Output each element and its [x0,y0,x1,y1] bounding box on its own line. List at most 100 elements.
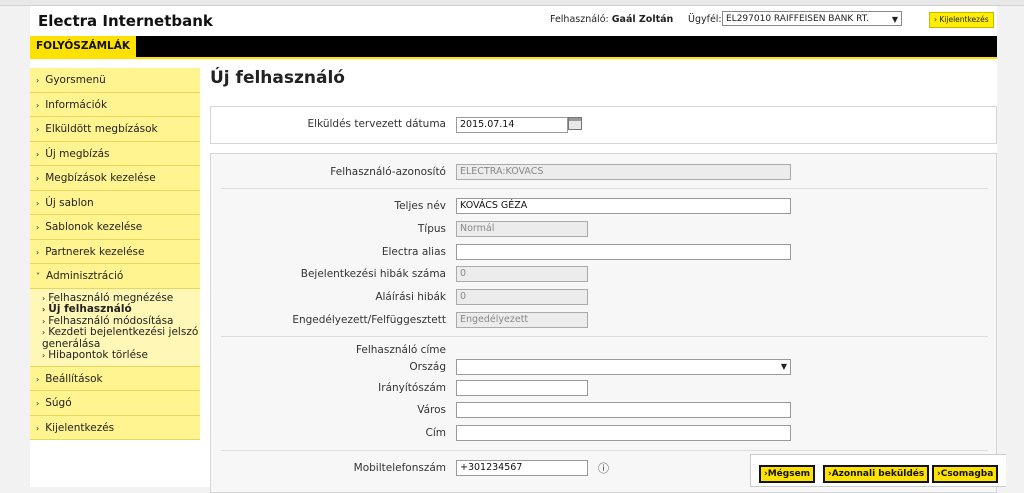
divider [221,450,988,451]
sidebar-subitem-label: Kezdeti bejelentkezési jelszó generálása [42,326,199,350]
sidebar-item-beallitasok[interactable]: › Beállítások [30,366,200,391]
user-form-panel: Felhasználó-azonosító ELECTRA:KOVACS Tel… [210,153,997,493]
sidebar-subitem-jelszo-generalas[interactable]: › Kezdeti bejelentkezési jelszó generálás… [42,326,200,350]
batch-button[interactable]: ›Csomagba [932,465,999,483]
send-date-panel: Elküldés tervezett dátuma 2015.07.14 [210,106,997,144]
mobile-label: Mobiltelefonszám [353,462,446,474]
action-bar: ›Mégsem ›Azonnali beküldés ›Csomagba [750,454,1006,487]
sidebar-item-label: Elküldött megbízások [45,123,158,135]
sidebar-item-label: Megbízások kezelése [45,172,156,184]
chevron-right-icon: › [36,198,40,208]
sidebar-item-kijelentkezes[interactable]: › Kijelentkezés [30,415,200,440]
send-date-label: Elküldés tervezett dátuma [307,118,446,130]
login-errors-field: 0 [456,266,588,282]
user-name: Gaál Zoltán [611,14,674,25]
logout-button-label: Kijelentkezés [939,15,989,24]
main-menubar: FOLYÓSZÁMLÁK [30,36,997,59]
page: Electra Internetbank Felhasználó: Gaál Z… [30,6,997,493]
sidebar-item-sablonok-kezelese[interactable]: › Sablonok kezelése [30,215,200,240]
sidebar-item-label: Sablonok kezelése [45,221,143,233]
sidebar-subitem-label: Felhasználó módosítása [48,314,174,327]
full-name-label: Teljes név [394,200,446,212]
sidebar-subitem-label: Hibapontok törlése [48,349,148,361]
chevron-down-icon: ˅ [36,272,40,281]
sidebar-item-uj-megbizas[interactable]: › Új megbízás [30,141,200,166]
street-label: Cím [425,427,446,439]
sidebar-item-label: Új sablon [45,196,94,209]
divider [221,336,988,337]
street-input[interactable] [456,425,791,441]
sidebar-item-elkuldott[interactable]: › Elküldött megbízások [30,117,200,142]
sidebar-item-uj-sablon[interactable]: › Új sablon [30,190,200,215]
client-select[interactable]: EL297010 RAIFFEISEN BANK RT. ▼ [722,11,902,26]
calendar-icon[interactable] [568,117,582,130]
alias-input[interactable] [456,244,791,260]
sign-errors-label: Aláírási hibák [375,291,446,303]
send-date-input[interactable]: 2015.07.14 [456,117,568,133]
logout-button[interactable]: › Kijelentkezés [929,12,994,28]
chevron-right-icon: › [42,328,46,337]
status-label: Engedélyezett/Felfüggesztett [292,314,446,326]
send-now-button[interactable]: ›Azonnali beküldés [823,465,930,483]
sidebar-item-label: Súgó [45,397,72,409]
user-info: Felhasználó: Gaál Zoltán [550,14,673,25]
chevron-right-icon: › [42,351,46,360]
chevron-right-icon: › [36,223,40,232]
sidebar: › Gyorsmenü › Információk › Elküldött megbí… [30,68,200,440]
divider [221,188,988,189]
chevron-right-icon: › [36,76,40,85]
city-label: Város [417,404,446,416]
chevron-right-icon: › [36,374,40,384]
alias-label: Electra alias [381,246,446,258]
type-field: Normál [456,221,588,237]
chevron-right-icon: › [42,316,46,326]
chevron-right-icon: › [36,247,40,257]
info-icon[interactable]: ⓘ [598,460,609,476]
zip-input[interactable] [456,380,588,396]
type-label: Típus [417,223,446,235]
chevron-right-icon: › [36,125,40,134]
chevron-right-icon: › [934,15,937,24]
cancel-button[interactable]: ›Mégsem [759,465,816,483]
country-select[interactable]: ▼ [456,359,791,375]
brand-title: Electra Internetbank [38,12,213,30]
chevron-right-icon: › [36,423,40,433]
sidebar-item-label: Új megbízás [45,147,110,160]
sidebar-item-gyorsmenu[interactable]: › Gyorsmenü [30,68,200,93]
sidebar-item-sugo[interactable]: › Súgó [30,391,200,416]
user-id-field: ELECTRA:KOVACS [456,164,791,180]
sidebar-item-label: Kijelentkezés [45,421,115,434]
user-id-label: Felhasználó-azonosító [330,166,446,178]
header: Electra Internetbank Felhasználó: Gaál Z… [30,6,997,36]
city-input[interactable] [456,402,791,418]
full-name-input[interactable]: KOVÁCS GÉZA [456,198,791,214]
sidebar-item-adminisztracio[interactable]: ˅ Adminisztráció [30,264,200,289]
sign-errors-field: 0 [456,289,588,305]
page-title: Új felhasználó [210,68,345,88]
client-label: Ügyfél: [688,14,722,25]
sidebar-item-partnerek-kezelese[interactable]: › Partnerek kezelése [30,239,200,264]
chevron-right-icon: › [36,174,40,183]
status-field: Engedélyezett [456,312,588,328]
tab-folyoszamlak[interactable]: FOLYÓSZÁMLÁK [30,36,137,57]
country-label: Ország [409,361,446,373]
sidebar-subitem-label: Felhasználó megnézése [48,291,174,304]
chevron-right-icon: › [36,149,40,159]
chevron-down-icon: ▼ [891,15,898,24]
sidebar-subitem-hibapontok-torlese[interactable]: › Hibapontok törlése [42,349,200,362]
mobile-input[interactable]: +301234567 [456,460,588,476]
client-select-value: EL297010 RAIFFEISEN BANK RT. [726,14,870,24]
sidebar-item-label: Adminisztráció [46,270,124,282]
sidebar-item-label: Információk [45,98,108,111]
cancel-button-label: Mégsem [767,469,811,479]
login-errors-label: Bejelentkezési hibák száma [300,268,446,280]
sidebar-subitem-label: Új felhasználó [48,303,132,315]
sidebar-item-label: Beállítások [45,372,103,385]
address-heading: Felhasználó címe [355,344,446,356]
chevron-right-icon: › [42,293,46,303]
sidebar-submenu: › Felhasználó megnézése › Új felhasználó ›… [30,288,200,367]
user-label: Felhasználó: [550,14,609,25]
sidebar-item-megbizasok-kezelese[interactable]: › Megbízások kezelése [30,166,200,191]
chevron-right-icon: › [42,305,46,314]
sidebar-item-informaciok[interactable]: › Információk [30,92,200,117]
